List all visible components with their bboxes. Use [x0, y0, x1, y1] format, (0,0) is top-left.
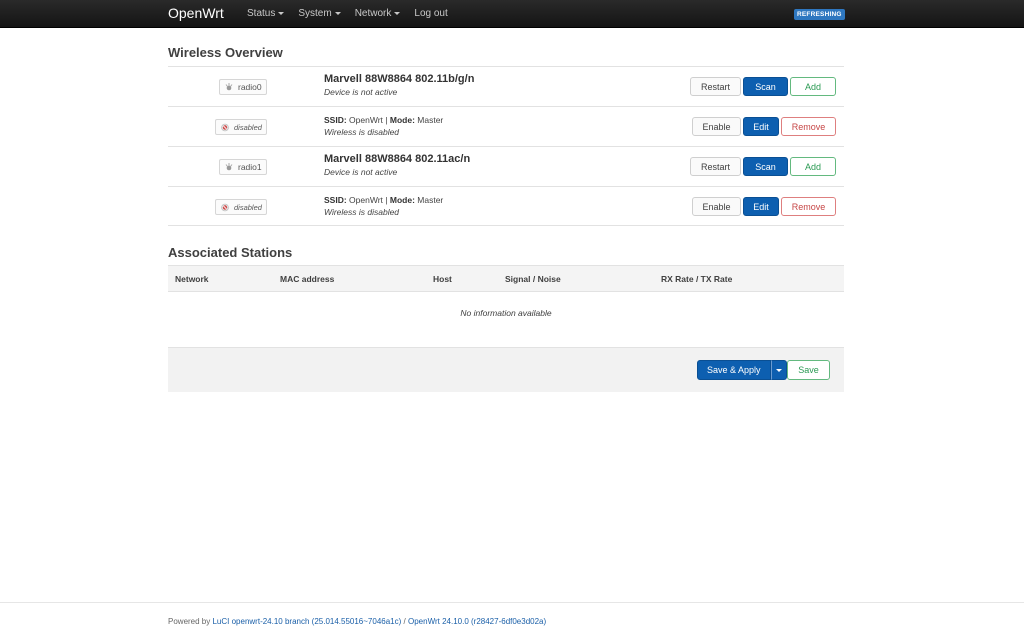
footer-text: Powered by LuCI openwrt-24.10 branch (25…	[168, 617, 546, 626]
save-apply-group: Save & Apply	[697, 360, 787, 380]
radio-hardware-title: Marvell 88W8864 802.11ac/n	[324, 153, 471, 165]
interface-status: Wireless is disabled	[324, 127, 400, 137]
wifi-radio-icon	[224, 162, 234, 172]
ssid-value: OpenWrt	[349, 195, 383, 205]
radio-row: radio1 Marvell 88W8864 802.11ac/n Device…	[168, 146, 844, 186]
page-actions: Save & Apply Save	[168, 347, 844, 392]
chevron-down-icon	[334, 12, 341, 15]
add-button[interactable]: Add	[790, 77, 836, 96]
column-rx-tx-rate: RX Rate / TX Rate	[661, 274, 733, 284]
column-signal-noise: Signal / Noise	[505, 274, 561, 284]
mode-value: Master	[417, 195, 444, 205]
stations-table: Network MAC address Host Signal / Noise …	[168, 265, 844, 334]
interface-state: disabled	[234, 202, 262, 212]
main-menu: Status System Network Log out	[247, 8, 462, 19]
wireless-overview-title: Wireless Overview	[168, 45, 283, 60]
mode-label: Mode:	[389, 115, 415, 125]
radio-badge: radio0	[219, 79, 267, 95]
restart-button[interactable]: Restart	[690, 157, 741, 176]
radio-status: Device is not active	[324, 87, 398, 97]
interface-row: disabled SSID: OpenWrt | Mode: Master Wi…	[168, 106, 844, 146]
remove-button[interactable]: Remove	[781, 197, 836, 216]
ssid-value: OpenWrt	[349, 115, 383, 125]
interface-state: disabled	[234, 122, 262, 132]
wifi-disabled-icon	[220, 122, 230, 132]
save-apply-dropdown[interactable]	[770, 360, 787, 380]
brand-logo[interactable]: OpenWrt	[168, 5, 224, 21]
radio-info: Marvell 88W8864 802.11ac/n Device is not…	[324, 153, 470, 177]
mode-value: Master	[417, 115, 444, 125]
radio-row: radio0 Marvell 88W8864 802.11b/g/n Devic…	[168, 66, 844, 106]
mode-label: Mode:	[389, 195, 415, 205]
radio-actions: Restart Scan Add	[688, 157, 836, 176]
footer-separator: /	[403, 617, 406, 626]
menu-status[interactable]: Status	[247, 8, 285, 19]
column-mac-address: MAC address	[280, 274, 335, 284]
save-apply-button[interactable]: Save & Apply	[697, 360, 771, 380]
footer: Powered by LuCI openwrt-24.10 branch (25…	[0, 602, 1024, 640]
interface-actions: Enable Edit Remove	[690, 117, 836, 136]
menu-system-label: System	[298, 8, 332, 19]
column-host: Host	[433, 274, 452, 284]
wireless-device-table: radio0 Marvell 88W8864 802.11b/g/n Devic…	[168, 66, 844, 226]
radio-badge: radio1	[219, 159, 267, 175]
remove-button[interactable]: Remove	[781, 117, 836, 136]
luci-link[interactable]: LuCI openwrt-24.10 branch (25.014.55016~…	[212, 617, 401, 626]
radio-info: Marvell 88W8864 802.11b/g/n Device is no…	[324, 73, 474, 97]
associated-stations-title: Associated Stations	[168, 245, 293, 260]
interface-ssid-line: SSID: OpenWrt | Mode: Master	[324, 195, 443, 205]
enable-button[interactable]: Enable	[692, 197, 741, 216]
menu-status-label: Status	[247, 8, 276, 19]
menu-system[interactable]: System	[298, 8, 341, 19]
interface-actions: Enable Edit Remove	[690, 197, 836, 216]
interface-badge: disabled	[215, 199, 267, 215]
interface-status: Wireless is disabled	[324, 207, 400, 217]
footer-prefix: Powered by	[168, 617, 211, 626]
edit-button[interactable]: Edit	[743, 117, 779, 136]
menu-network-label: Network	[354, 8, 392, 19]
column-network: Network	[175, 274, 209, 284]
wifi-radio-icon	[224, 82, 234, 92]
interface-ssid-line: SSID: OpenWrt | Mode: Master	[324, 115, 443, 125]
menu-logout[interactable]: Log out	[414, 8, 447, 19]
edit-button[interactable]: Edit	[743, 197, 779, 216]
empty-placeholder: No information available	[460, 308, 552, 318]
ssid-label: SSID:	[324, 115, 347, 125]
restart-button[interactable]: Restart	[690, 77, 741, 96]
interface-info: SSID: OpenWrt | Mode: Master Wireless is…	[324, 115, 443, 137]
openwrt-link[interactable]: OpenWrt 24.10.0 (r28427-6df0e3d02a)	[408, 617, 546, 626]
refreshing-badge[interactable]: REFRESHING	[794, 9, 845, 20]
radio-name: radio1	[238, 162, 262, 172]
interface-info: SSID: OpenWrt | Mode: Master Wireless is…	[324, 195, 443, 217]
chevron-down-icon	[278, 12, 285, 15]
enable-button[interactable]: Enable	[692, 117, 741, 136]
scan-button[interactable]: Scan	[743, 157, 788, 176]
table-header: Network MAC address Host Signal / Noise …	[168, 265, 844, 292]
ssid-label: SSID:	[324, 195, 347, 205]
menu-logout-label: Log out	[414, 8, 448, 19]
ssid-separator: |	[385, 115, 388, 125]
ssid-separator: |	[385, 195, 388, 205]
radio-actions: Restart Scan Add	[688, 77, 836, 96]
top-navbar: OpenWrt Status System Network Log out RE…	[0, 0, 1024, 28]
add-button[interactable]: Add	[790, 157, 836, 176]
radio-hardware-title: Marvell 88W8864 802.11b/g/n	[324, 73, 475, 85]
scan-button[interactable]: Scan	[743, 77, 788, 96]
radio-name: radio0	[238, 82, 262, 92]
chevron-down-icon	[394, 12, 401, 15]
interface-row: disabled SSID: OpenWrt | Mode: Master Wi…	[168, 186, 844, 226]
save-button[interactable]: Save	[787, 360, 830, 380]
wifi-disabled-icon	[220, 202, 230, 212]
interface-badge: disabled	[215, 119, 267, 135]
chevron-down-icon	[775, 368, 782, 372]
menu-network[interactable]: Network	[355, 8, 401, 19]
radio-status: Device is not active	[324, 167, 398, 177]
